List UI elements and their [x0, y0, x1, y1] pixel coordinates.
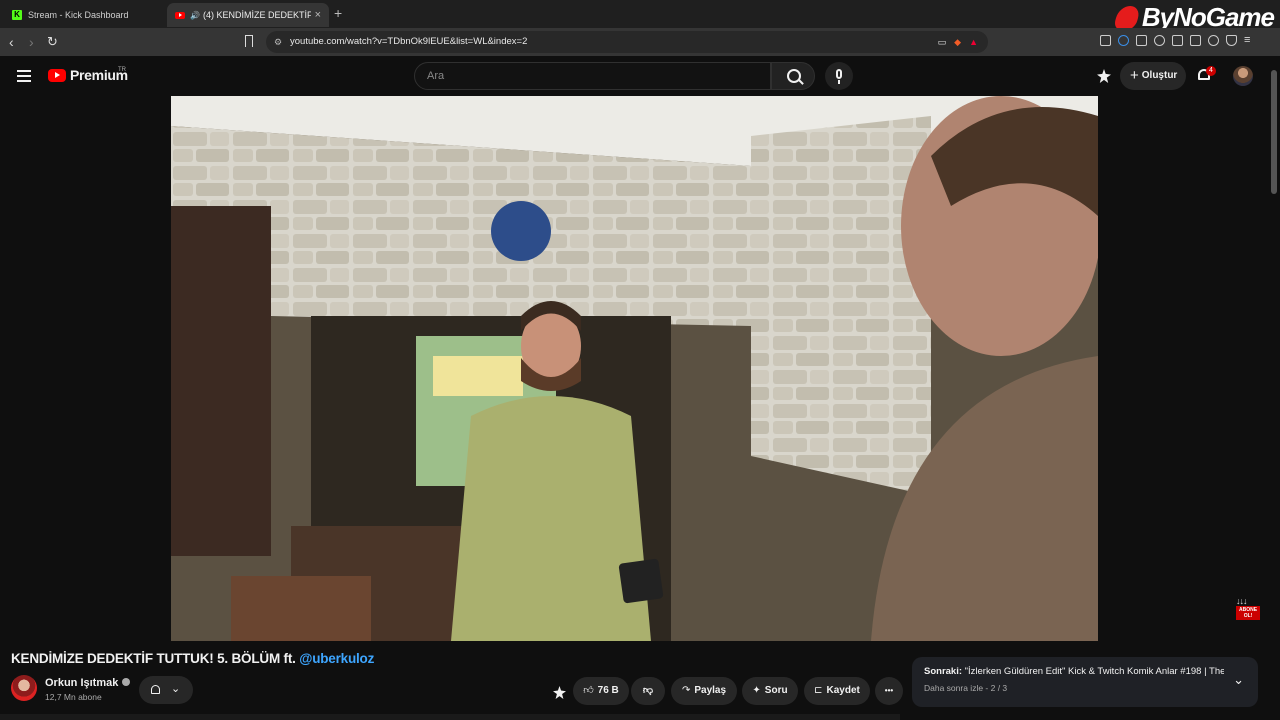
wallet-icon[interactable] [1190, 35, 1201, 46]
dislike-button[interactable]: 👎︎ [631, 677, 665, 705]
notification-count-badge: 4 [1206, 66, 1216, 76]
site-info-icon[interactable]: ⚙ [274, 31, 282, 53]
up-next-title: Sonraki: "İzlerken Güldüren Edit" Kick &… [924, 666, 1224, 677]
youtube-header: Premium TR Ara + Oluştur 4 [0, 56, 1280, 96]
chevron-down-icon: ⌄ [171, 683, 181, 695]
below-fold-strip [0, 714, 900, 720]
youtube-premium-logo[interactable]: Premium TR [48, 67, 128, 83]
puzzle-icon[interactable] [1136, 35, 1147, 46]
ask-button[interactable]: ✦ Soru [742, 677, 798, 705]
share-button[interactable]: ↷ Paylaş [671, 677, 737, 705]
region-code: TR [118, 67, 126, 73]
browser-tab-bar: K Stream - Kick Dashboard 🔊 (4) KENDİMİZ… [0, 0, 1280, 32]
video-frame [171, 96, 1098, 641]
share-icon: ↷ [681, 685, 691, 696]
like-count: 76 B [597, 685, 619, 696]
account-avatar[interactable] [1233, 66, 1253, 86]
close-tab-icon[interactable]: × [315, 9, 321, 21]
bookmark-icon[interactable] [245, 35, 253, 47]
video-title-text: KENDİMİZE DEDEKTİF TUTTUK! 5. BÖLÜM ft. [11, 651, 300, 666]
reload-icon[interactable]: ↻ [47, 34, 58, 50]
channel-name-text: Orkun Işıtmak [45, 677, 119, 689]
tab-youtube-video[interactable]: 🔊 (4) KENDİMİZE DEDEKTİF TUTTUK × [167, 3, 329, 27]
up-next-video-title: "İzlerken Güldüren Edit" Kick & Twitch K… [962, 666, 1224, 677]
youtube-icon [175, 11, 185, 19]
extension-icon[interactable] [1118, 35, 1129, 46]
bookmark-save-icon: ⊏ [814, 685, 823, 696]
sidebar-icon[interactable] [1172, 35, 1183, 46]
sparkle-icon: ✦ [752, 685, 761, 696]
browser-toolbar: ‹ › ↻ ⚙ youtube.com/watch?v=TDbnOk9lEUE&… [0, 28, 1280, 56]
subscribe-watermark-text: ABONE OL! [1236, 606, 1260, 620]
kick-icon: K [12, 10, 22, 20]
bell-icon [151, 685, 160, 694]
more-icon: ••• [884, 686, 894, 695]
menu-icon[interactable]: ≡ [1244, 35, 1255, 46]
page-scrollbar[interactable] [1271, 70, 1277, 194]
ask-label: Soru [764, 685, 788, 696]
url-text: youtube.com/watch?v=TDbnOk9lEUE&list=WL&… [290, 36, 528, 47]
hamburger-menu-icon[interactable] [17, 70, 31, 85]
channel-avatar[interactable] [11, 675, 37, 701]
subscriber-count: 12,7 Mn abone [45, 692, 102, 702]
speaker-icon[interactable]: 🔊 [190, 11, 200, 20]
tab-label: (4) KENDİMİZE DEDEKTİF TUTTUK [202, 10, 311, 20]
playlist-meta: Daha sonra izle - 2 / 3 [924, 683, 1008, 693]
subscription-notification-button[interactable]: ⌄ [139, 676, 193, 704]
address-bar[interactable]: ⚙ youtube.com/watch?v=TDbnOk9lEUE&list=W… [266, 31, 988, 53]
clip-icon[interactable] [553, 686, 566, 699]
create-button[interactable]: + Oluştur [1120, 62, 1186, 90]
search-input[interactable]: Ara [414, 62, 771, 90]
cast-icon[interactable]: ▭ [938, 31, 947, 53]
thumbs-up-icon: 👍︎ [583, 685, 594, 696]
voice-search-button[interactable] [825, 62, 853, 90]
like-button[interactable]: 👍︎ 76 B [573, 677, 629, 705]
bynogame-logo-icon [1112, 5, 1142, 30]
tab-kick-dashboard[interactable]: K Stream - Kick Dashboard [4, 3, 164, 27]
up-next-prefix: Sonraki: [924, 666, 963, 677]
plus-icon: + [1130, 67, 1139, 84]
clip-sparkle-icon[interactable] [1097, 69, 1111, 83]
save-label: Kaydet [826, 685, 860, 696]
brave-rewards-icon[interactable]: ▲ [969, 31, 978, 53]
more-actions-button[interactable]: ••• [875, 677, 903, 705]
search-placeholder: Ara [427, 70, 445, 82]
youtube-play-icon [48, 68, 66, 82]
mention-link[interactable]: @uberkuloz [299, 651, 374, 666]
chevron-down-icon[interactable]: ⌄ [1233, 672, 1244, 688]
forward-icon[interactable]: › [29, 34, 34, 50]
subscribe-watermark[interactable]: ↓↓↓ ABONE OL! [1236, 596, 1260, 624]
extension-icon[interactable] [1100, 35, 1111, 46]
create-label: Oluştur [1141, 70, 1178, 81]
save-button[interactable]: ⊏ Kaydet [804, 677, 870, 705]
music-icon[interactable] [1154, 35, 1165, 46]
extensions-area: ≡ [1100, 35, 1255, 46]
back-icon[interactable]: ‹ [9, 34, 14, 50]
ai-icon[interactable] [1208, 35, 1219, 46]
arrow-down-icon: ↓↓↓ [1236, 596, 1248, 606]
up-next-panel[interactable]: Sonraki: "İzlerken Güldüren Edit" Kick &… [912, 657, 1258, 707]
verified-icon [122, 678, 131, 686]
video-player[interactable] [171, 96, 1098, 641]
new-tab-button[interactable]: + [334, 5, 342, 21]
tab-label: Stream - Kick Dashboard [28, 10, 129, 20]
brave-shield-icon[interactable]: ◆ [954, 31, 961, 53]
share-label: Paylaş [694, 685, 727, 696]
video-title: KENDİMİZE DEDEKTİF TUTTUK! 5. BÖLÜM ft. … [11, 651, 374, 666]
channel-name[interactable]: Orkun Işıtmak [45, 677, 131, 689]
vpn-icon[interactable] [1226, 35, 1237, 46]
thumbs-down-icon: 👎︎ [642, 685, 654, 696]
search-icon [787, 69, 801, 83]
search-button[interactable] [771, 62, 815, 90]
